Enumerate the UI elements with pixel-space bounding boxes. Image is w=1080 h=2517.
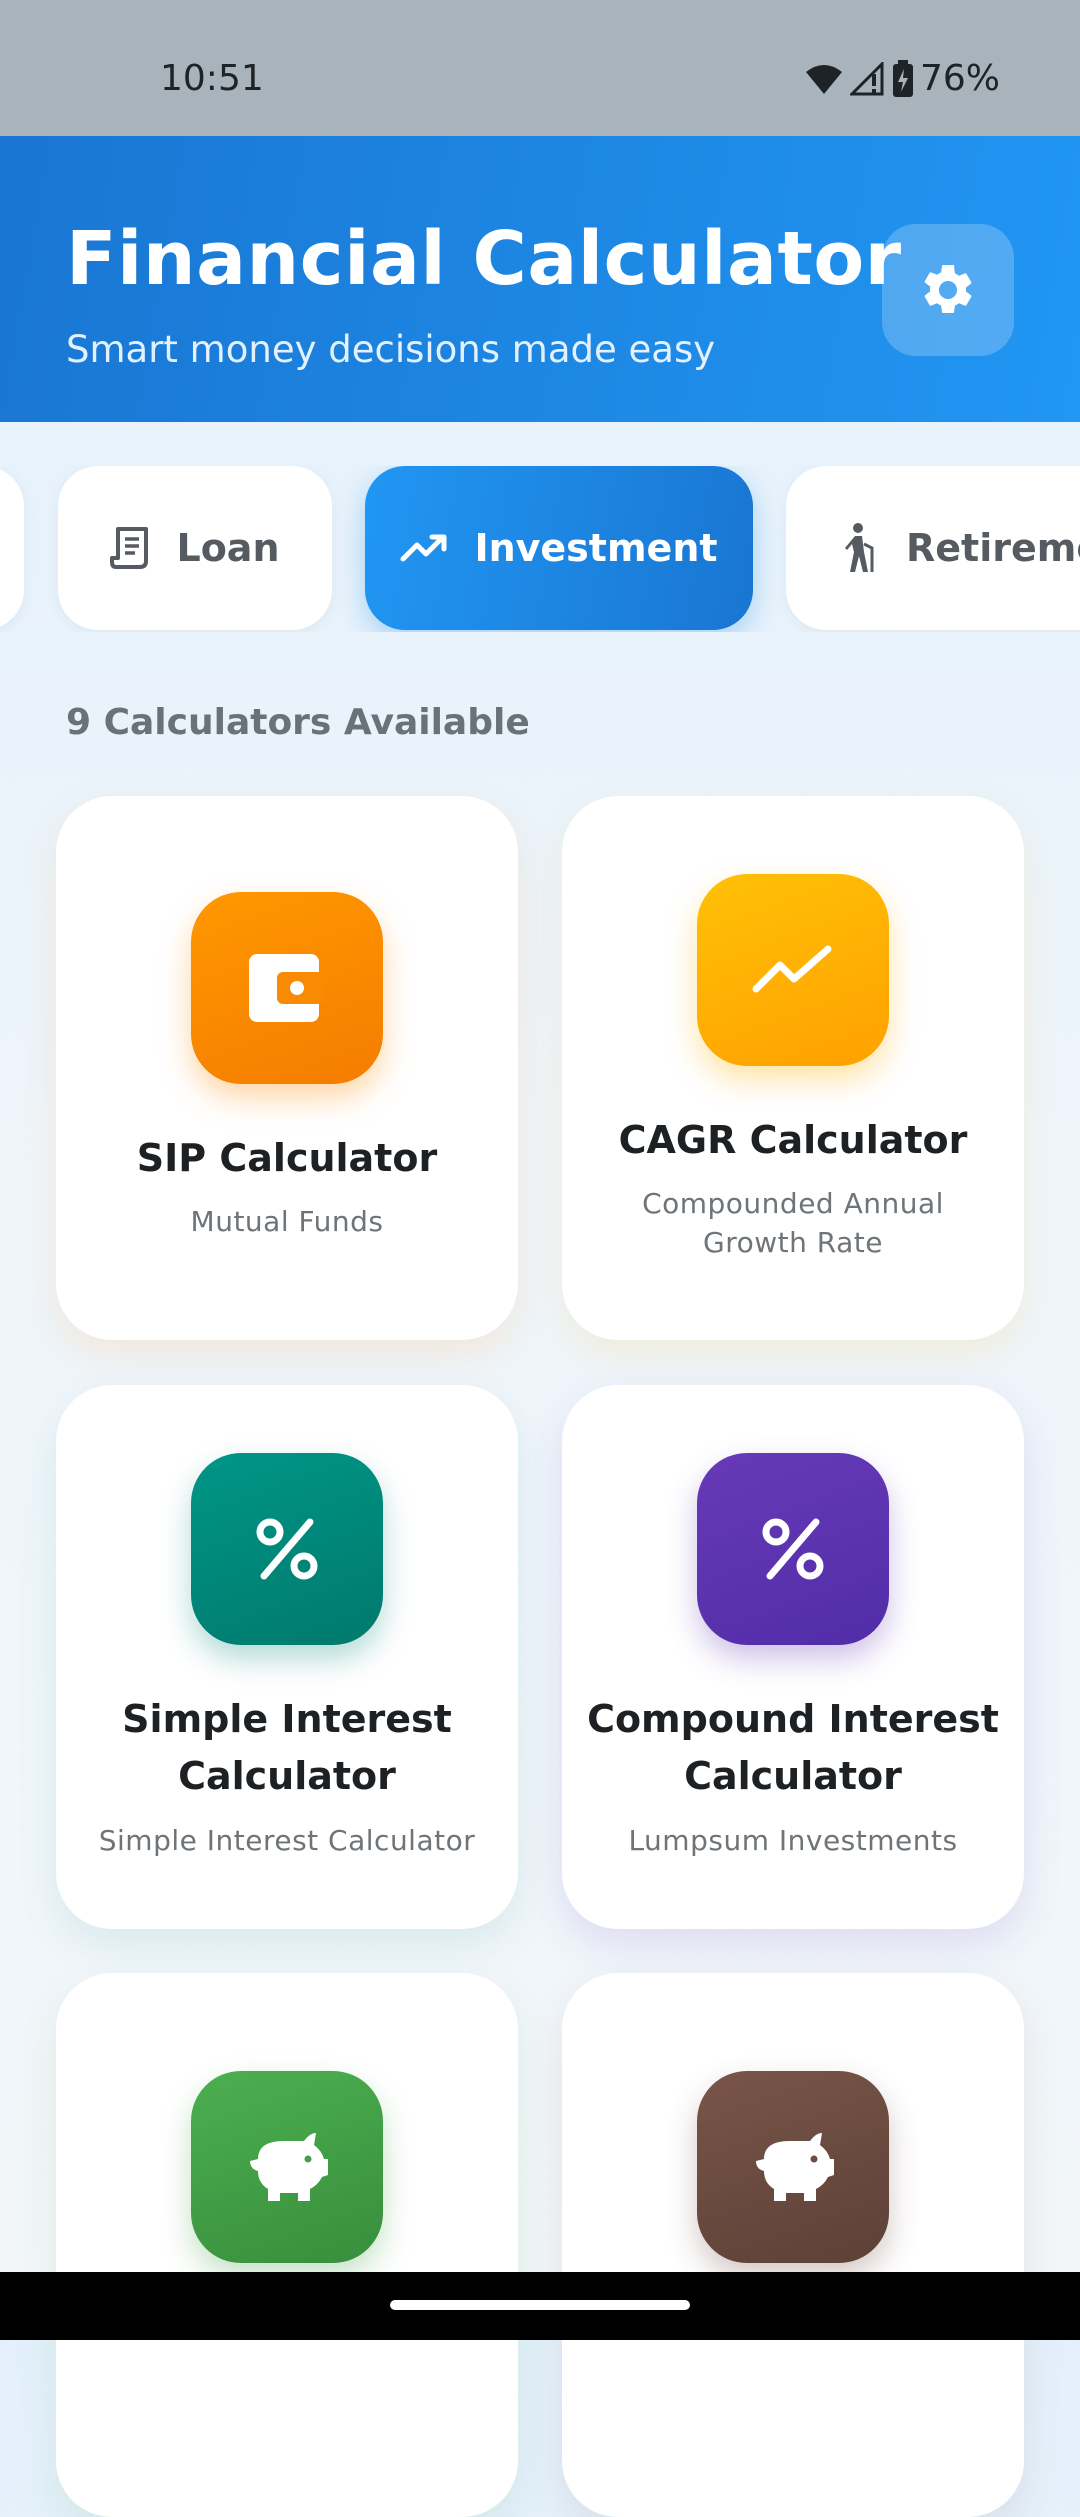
card-cagr-calculator[interactable]: CAGR Calculator Compounded Annual Growth…	[562, 796, 1024, 1340]
wallet-icon	[249, 954, 325, 1022]
tab-partial-left[interactable]	[0, 466, 24, 630]
piggy-bank-icon	[756, 2133, 834, 2201]
status-icons: 76%	[804, 58, 1000, 99]
card-title: CAGR Calculator	[618, 1118, 968, 1162]
tab-label: Loan	[176, 526, 280, 570]
tab-label: Retireme	[906, 526, 1080, 570]
category-tabs: Loan Investment Retireme	[0, 466, 1080, 632]
page-title: Financial Calculator	[66, 216, 902, 302]
status-time: 10:51	[160, 58, 264, 99]
wifi-icon	[805, 64, 842, 94]
receipt-icon	[110, 527, 149, 569]
percent-icon	[762, 1518, 824, 1580]
battery-percent: 76%	[919, 58, 1000, 99]
home-gesture-handle[interactable]	[390, 2300, 690, 2310]
tab-loan[interactable]: Loan	[58, 466, 332, 630]
percent-icon	[256, 1518, 318, 1580]
card-icon-tile	[697, 1453, 889, 1645]
battery-charging-icon	[892, 59, 913, 97]
card-subtitle: Lumpsum Investments	[628, 1824, 958, 1857]
card-savings-calculator-2[interactable]	[562, 1973, 1024, 2517]
card-title: Compound Interest Calculator	[587, 1697, 999, 1798]
card-icon-tile	[697, 2071, 889, 2263]
app-header: Financial Calculator Smart money decisio…	[0, 136, 1080, 422]
card-icon-tile	[191, 1453, 383, 1645]
calculator-count: 9 Calculators Available	[66, 702, 530, 743]
card-savings-calculator[interactable]	[56, 1973, 518, 2517]
status-bar: 10:51 76%	[0, 0, 1080, 136]
card-subtitle: Compounded Annual Growth Rate	[642, 1187, 944, 1259]
tab-retirement[interactable]: Retireme	[786, 466, 1080, 630]
trending-up-icon	[752, 945, 832, 993]
tab-label: Investment	[474, 526, 718, 570]
card-icon-tile	[191, 2071, 383, 2263]
card-subtitle: Mutual Funds	[190, 1205, 384, 1238]
card-subtitle: Simple Interest Calculator	[98, 1824, 476, 1857]
card-compound-interest-calculator[interactable]: Compound Interest Calculator Lumpsum Inv…	[562, 1385, 1024, 1929]
piggy-bank-icon	[250, 2133, 328, 2201]
elderly-walking-icon	[845, 523, 874, 572]
card-icon-tile	[191, 892, 383, 1084]
gear-icon	[924, 264, 972, 313]
card-title: SIP Calculator	[136, 1136, 438, 1180]
card-simple-interest-calculator[interactable]: Simple Interest Calculator Simple Intere…	[56, 1385, 518, 1929]
card-sip-calculator[interactable]: SIP Calculator Mutual Funds	[56, 796, 518, 1340]
settings-button[interactable]	[882, 224, 1014, 356]
page-subtitle: Smart money decisions made easy	[66, 328, 716, 371]
tab-investment[interactable]: Investment	[365, 466, 753, 630]
card-title: Simple Interest Calculator	[122, 1697, 452, 1798]
system-nav-bar	[0, 2272, 1080, 2340]
card-icon-tile	[697, 874, 889, 1066]
trending-up-icon	[400, 534, 447, 562]
signal-icon	[849, 61, 884, 95]
